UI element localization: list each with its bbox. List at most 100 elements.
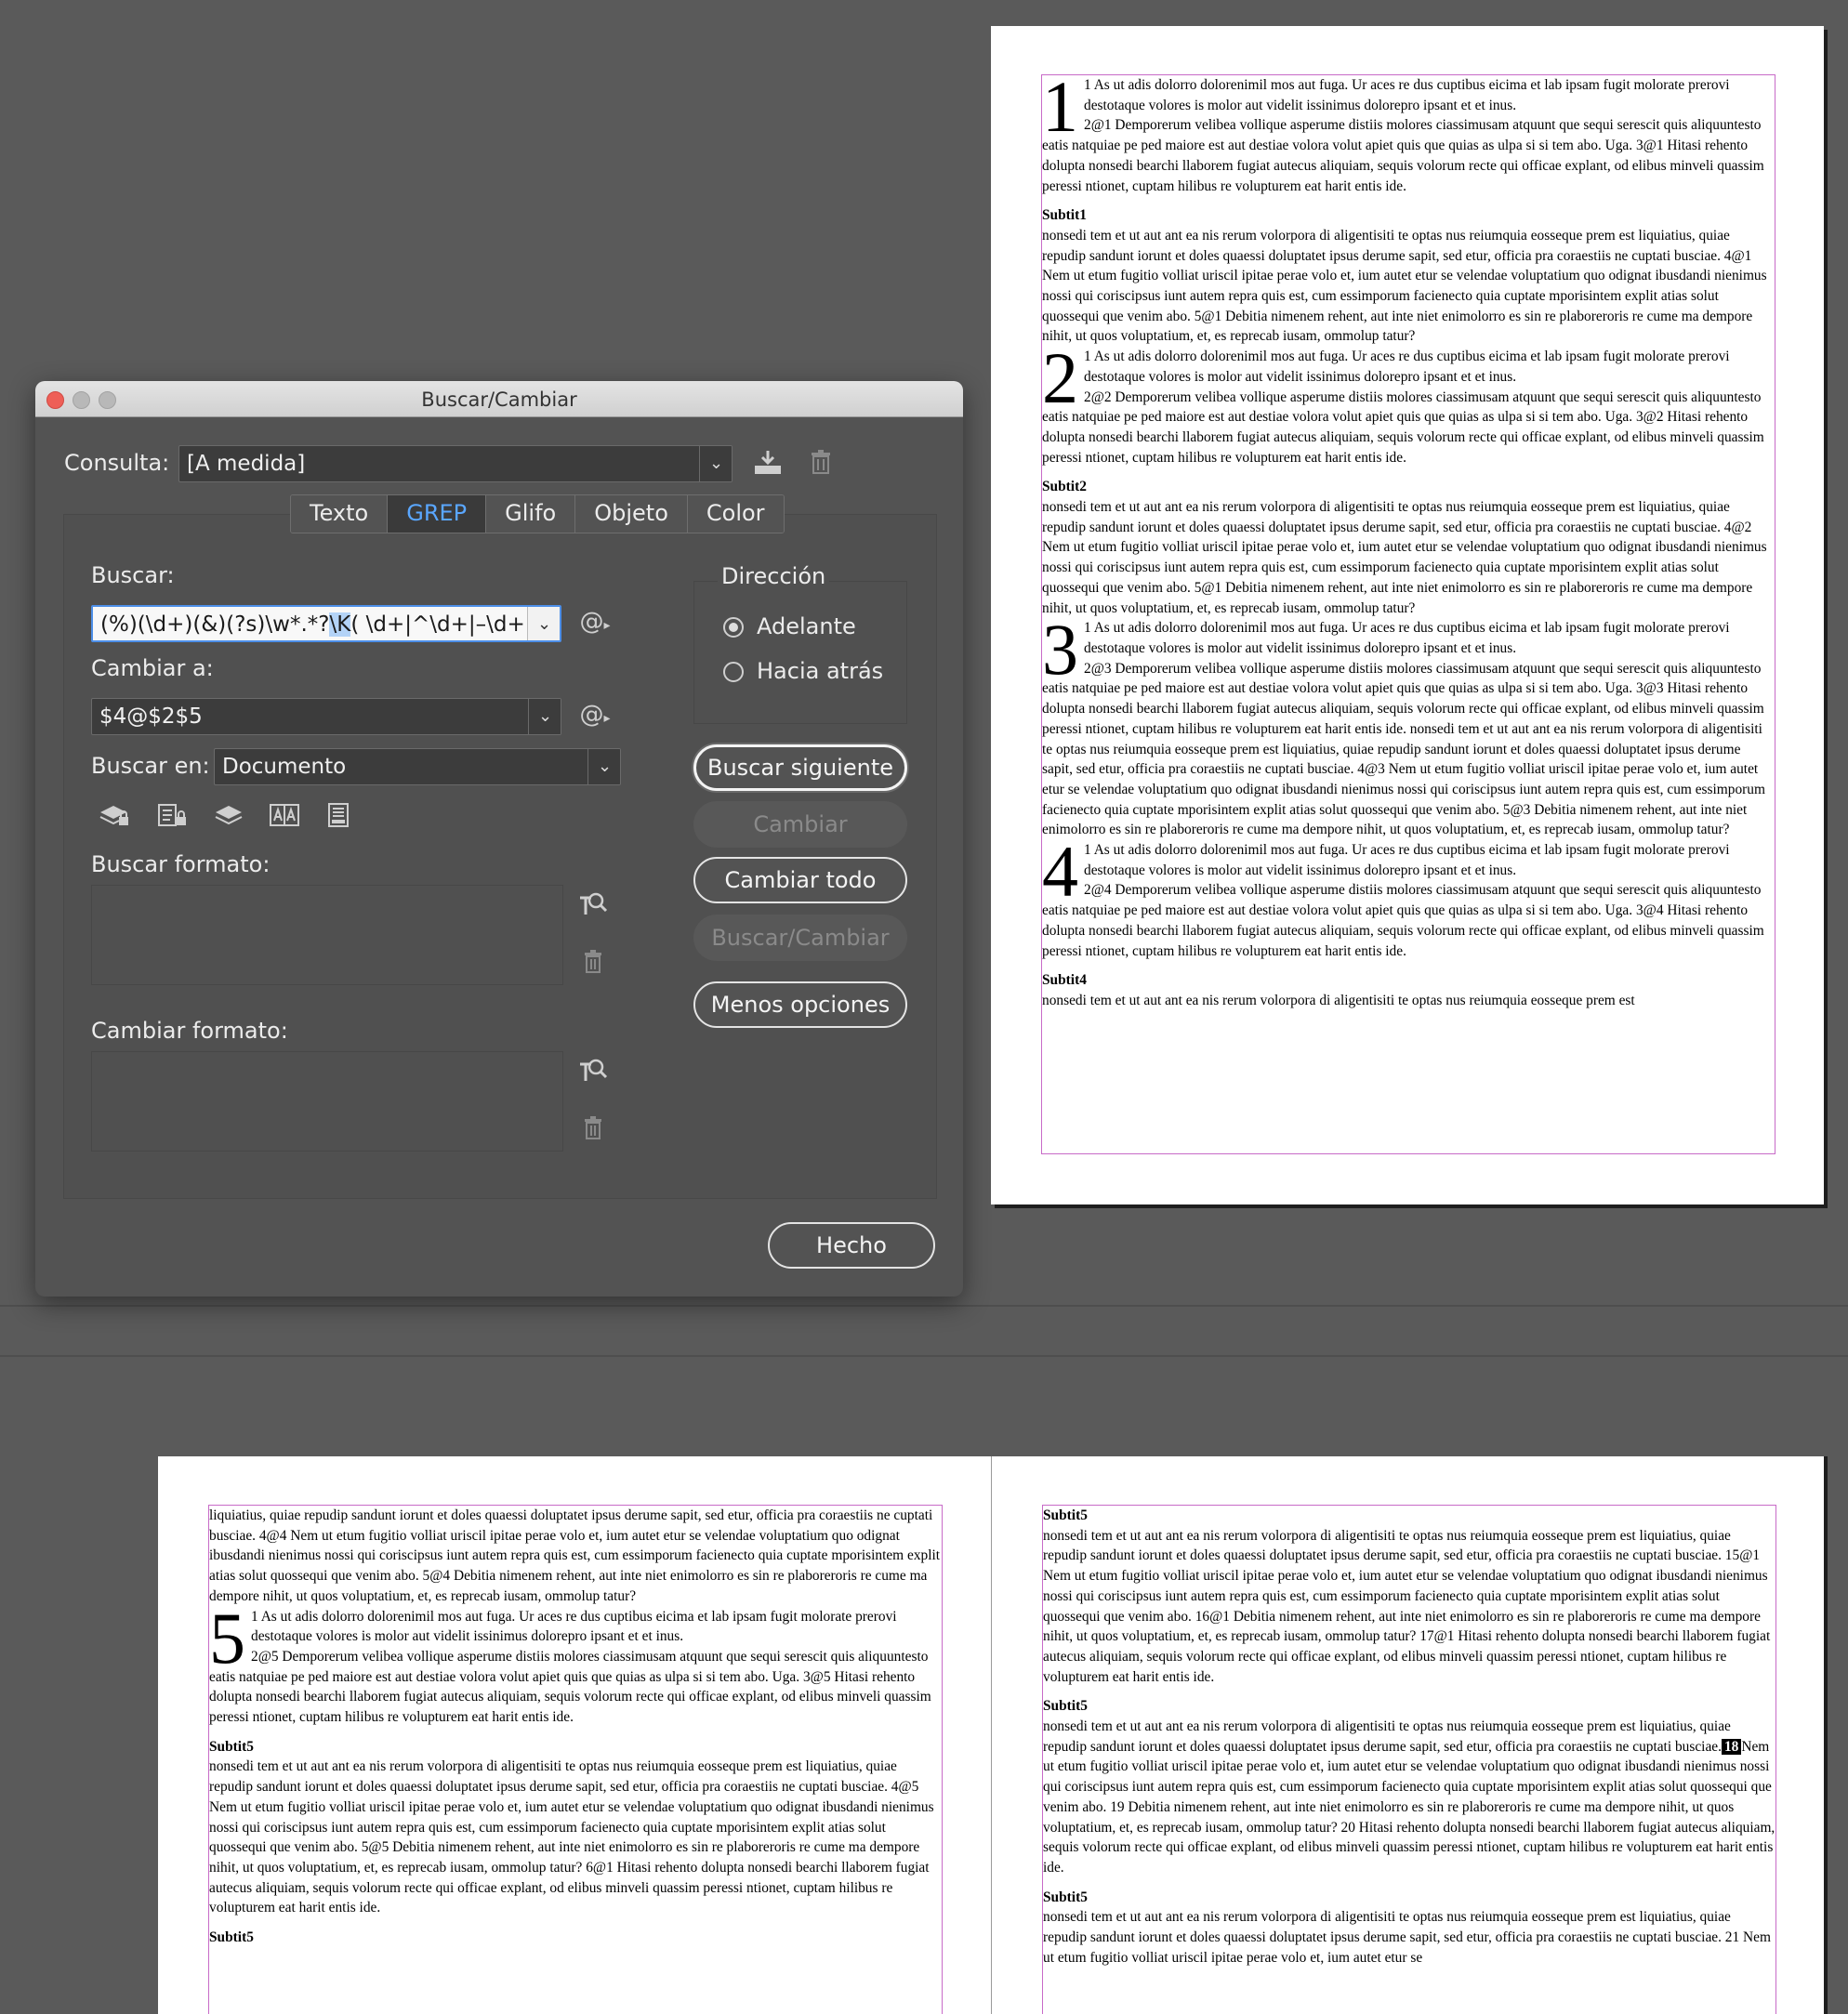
find-change-dialog: Buscar/Cambiar Consulta: [A medida] ⌄ Te… <box>35 381 963 1297</box>
subtitle: Subtit4 <box>1042 972 1087 989</box>
find-text-after: ( \d+|^\d+|–\d+ <box>350 612 525 637</box>
forward-label[interactable]: Adelante <box>757 613 856 639</box>
forward-radio[interactable] <box>723 617 744 638</box>
document-page-bottom-right: Subtit5 nonsedi tem et ut aut ant ea nis… <box>992 1456 1824 2014</box>
include-hidden-layers-icon[interactable] <box>210 801 247 836</box>
document-page-bottom-left: liquiatius, quiae repudip sandunt iorunt… <box>158 1456 991 2014</box>
text-run: Nem ut etum fugitio volliat uriscil ipit… <box>1043 1738 1775 1876</box>
section-3: 3 1 As ut adis dolorro dolorenimil mos a… <box>1042 609 1775 840</box>
find-input[interactable]: (%)(\d+)(&)(?s)\w*.*?\K( \d+|^\d+|–\d+ ⌄ <box>91 605 561 642</box>
backward-radio[interactable] <box>723 662 744 682</box>
text-run: nonsedi tem et ut aut ant ea nis rerum v… <box>1043 1718 1731 1755</box>
specify-change-format-icon[interactable] <box>574 1057 612 1091</box>
body-paragraph: 1 As ut adis dolorro dolorenimil mos aut… <box>251 1608 897 1645</box>
change-all-button[interactable]: Cambiar todo <box>693 857 907 903</box>
body-paragraph: 1 As ut adis dolorro dolorenimil mos aut… <box>1084 842 1730 878</box>
subtitle: Subtit2 <box>1042 479 1087 495</box>
pasteboard-divider <box>0 1355 1848 1357</box>
change-label: Cambiar a: <box>91 655 214 681</box>
section-4: 4 1 As ut adis dolorro dolorenimil mos a… <box>1042 831 1775 1011</box>
pasteboard-divider <box>0 1305 1848 1307</box>
body-paragraph: nonsedi tem et ut aut ant ea nis rerum v… <box>1043 1717 1775 1878</box>
search-in-label: Buscar en: <box>91 753 210 779</box>
find-format-box[interactable] <box>91 885 563 985</box>
dialog-title: Buscar/Cambiar <box>421 388 577 411</box>
subtitle: Subtit5 <box>1043 1507 1088 1523</box>
subtitle: Subtit5 <box>209 1929 254 1946</box>
text-frame-bottom-right[interactable]: Subtit5 nonsedi tem et ut aut ant ea nis… <box>1042 1505 1776 2014</box>
include-locked-stories-icon[interactable] <box>154 801 191 836</box>
drop-cap: 4 <box>1042 831 1078 913</box>
fewer-options-button[interactable]: Menos opciones <box>693 981 907 1028</box>
find-format-label: Buscar formato: <box>91 851 271 877</box>
search-in-dropdown[interactable]: Documento ⌄ <box>214 748 621 785</box>
subtitle: Subtit1 <box>1042 207 1087 224</box>
include-locked-layers-icon[interactable] <box>97 801 134 836</box>
drop-cap: 3 <box>1042 609 1078 691</box>
tab-objeto[interactable]: Objeto <box>575 495 688 533</box>
chevron-down-icon[interactable]: ⌄ <box>699 446 732 481</box>
change-value: $4@$2$5 <box>99 704 203 729</box>
body-paragraph: 1 As ut adis dolorro dolorenimil mos aut… <box>1084 77 1730 113</box>
drop-cap: 2 <box>1042 337 1078 419</box>
tab-color[interactable]: Color <box>687 495 784 533</box>
find-change-button[interactable]: Buscar/Cambiar <box>693 915 907 961</box>
query-dropdown[interactable]: [A medida] ⌄ <box>178 445 733 482</box>
section-2: 2 1 As ut adis dolorro dolorenimil mos a… <box>1042 337 1775 618</box>
special-characters-change-icon[interactable]: @▸ <box>576 701 614 732</box>
body-paragraph: 1 As ut adis dolorro dolorenimil mos aut… <box>1084 349 1730 385</box>
include-master-pages-icon[interactable] <box>266 801 303 836</box>
find-text-selection: \K <box>329 612 351 637</box>
search-in-value: Documento <box>222 755 347 779</box>
query-value: [A medida] <box>187 452 306 476</box>
tab-bar: Texto GREP Glifo Objeto Color <box>290 494 785 533</box>
section-1: 1 1 As ut adis dolorro dolorenimil mos a… <box>1042 75 1775 347</box>
body-paragraph: liquiatius, quiae repudip sandunt iorunt… <box>209 1507 941 1604</box>
include-footnotes-icon[interactable] <box>320 801 357 836</box>
change-format-box[interactable] <box>91 1051 563 1152</box>
change-format-label: Cambiar formato: <box>91 1018 288 1044</box>
found-match-highlight: 18 <box>1721 1738 1742 1755</box>
body-paragraph: 2@1 Demporerum velibea vollique asperume… <box>1042 117 1764 194</box>
chevron-down-icon[interactable]: ⌄ <box>528 699 561 734</box>
body-paragraph: nonsedi tem et ut aut ant ea nis rerum v… <box>1042 992 1635 1008</box>
find-next-button[interactable]: Buscar siguiente <box>693 744 907 791</box>
direction-group <box>693 581 907 724</box>
body-paragraph: 2@4 Demporerum velibea vollique asperume… <box>1042 882 1764 959</box>
find-text-before: (%)(\d+)(&)(?s)\w*.*? <box>100 612 330 637</box>
drop-cap: 1 <box>1042 74 1078 147</box>
dialog-titlebar[interactable]: Buscar/Cambiar <box>35 381 963 417</box>
drop-cap: 5 <box>209 1597 245 1678</box>
body-paragraph: nonsedi tem et ut aut ant ea nis rerum v… <box>1043 1909 1771 1966</box>
subtitle: Subtit5 <box>1043 1698 1088 1715</box>
body-paragraph: nonsedi tem et ut aut ant ea nis rerum v… <box>1043 1527 1771 1685</box>
done-button[interactable]: Hecho <box>768 1222 935 1269</box>
text-frame-bottom-left[interactable]: liquiatius, quiae repudip sandunt iorunt… <box>208 1505 943 2014</box>
specify-find-format-icon[interactable] <box>574 890 612 925</box>
special-characters-find-icon[interactable]: @▸ <box>576 608 614 639</box>
tab-glifo[interactable]: Glifo <box>486 495 576 533</box>
clear-find-format-icon[interactable] <box>576 950 610 981</box>
body-paragraph: 2@5 Demporerum velibea vollique asperume… <box>209 1648 931 1726</box>
subtitle: Subtit5 <box>1043 1889 1088 1905</box>
body-paragraph: 1 As ut adis dolorro dolorenimil mos aut… <box>1084 620 1730 656</box>
body-paragraph: nonsedi tem et ut aut ant ea nis rerum v… <box>1042 499 1767 616</box>
body-paragraph: 2@2 Demporerum velibea vollique asperume… <box>1042 388 1764 466</box>
save-query-icon[interactable] <box>751 449 785 483</box>
tab-grep[interactable]: GREP <box>388 495 487 533</box>
text-frame-top[interactable]: 1 1 As ut adis dolorro dolorenimil mos a… <box>1041 74 1775 1154</box>
change-input[interactable]: $4@$2$5 ⌄ <box>91 698 561 735</box>
document-page-top: 1 1 As ut adis dolorro dolorenimil mos a… <box>991 26 1824 1204</box>
subtitle: Subtit5 <box>209 1738 254 1755</box>
find-label: Buscar: <box>91 562 175 588</box>
query-label: Consulta: <box>64 450 170 476</box>
chevron-down-icon[interactable]: ⌄ <box>527 607 560 640</box>
tab-texto[interactable]: Texto <box>291 495 389 533</box>
body-paragraph: nonsedi tem et ut aut ant ea nis rerum v… <box>209 1758 934 1916</box>
body-paragraph: nonsedi tem et ut aut ant ea nis rerum v… <box>1042 227 1767 345</box>
change-button[interactable]: Cambiar <box>693 801 907 848</box>
clear-change-format-icon[interactable] <box>576 1116 610 1147</box>
delete-query-icon[interactable] <box>807 449 835 481</box>
chevron-down-icon[interactable]: ⌄ <box>587 749 620 784</box>
backward-label[interactable]: Hacia atrás <box>757 658 883 684</box>
